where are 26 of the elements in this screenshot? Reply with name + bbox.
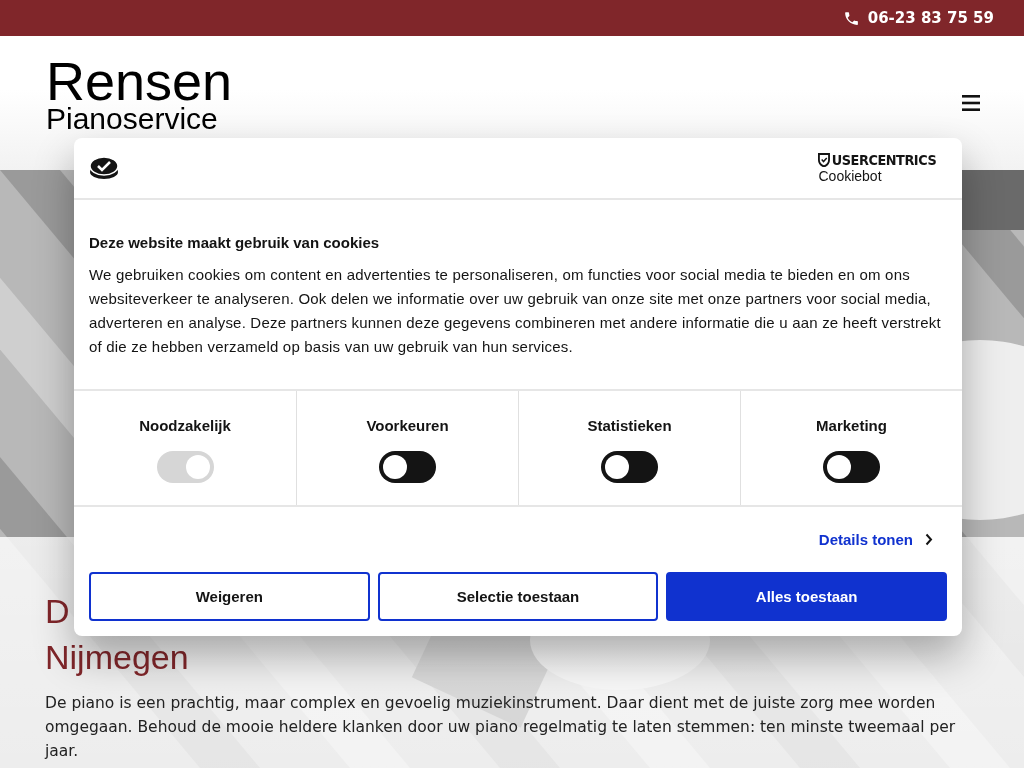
category-label: Marketing (816, 417, 887, 434)
shield-icon (818, 153, 831, 167)
brand-subtitle: Cookiebot (818, 168, 882, 184)
chevron-right-icon[interactable] (925, 533, 933, 546)
category-label: Noodzakelijk (139, 417, 231, 434)
phone-number[interactable]: 06-23 83 75 59 (842, 9, 994, 27)
logo-subtitle[interactable]: Pianoservice (46, 104, 233, 134)
consent-button[interactable]: Alles toestaan (666, 572, 947, 621)
brand-logo: USERCENTRICS (818, 152, 937, 168)
phone-icon (842, 9, 860, 27)
page-heading: D (45, 591, 70, 632)
consent-button[interactable]: Weigeren (89, 572, 370, 621)
logo-title[interactable]: Rensen (46, 58, 233, 104)
dialog-title: Deze website maakt gebruik van cookies (89, 234, 381, 251)
details-link[interactable]: Details tonen (818, 531, 913, 548)
menu-icon[interactable] (962, 95, 980, 111)
category-label: Statistieken (587, 417, 672, 434)
consent-toggle[interactable] (823, 451, 880, 483)
dialog-text: We gebruiken cookies om content en advertenties te personaliseren, om functies voor social media te bieden en om ons websiteverkeer te analyseren. Ook delen we informatie over uw gebruik van onze site met onze partners voor social media, adverteren en analyse. Deze partners kunnen deze gegevens combineren met andere informatie die u aan ze heeft verstrekt of die ze hebben verzameld op basis van uw gebruik van hun services. (89, 265, 942, 357)
page-heading: Nijmegen (45, 637, 189, 678)
cookie-check-icon (89, 156, 119, 180)
category-label: Voorkeuren (366, 417, 449, 434)
consent-toggle[interactable] (601, 451, 658, 483)
consent-button[interactable]: Selectie toestaan (377, 572, 659, 621)
intro-paragraph: De piano is een prachtig, maar complex en gevoelig muziekinstrument. Daar dient met de juiste zorg mee worden omgegaan. Behoud de mooie heldere klanken door uw piano regelmatig te laten stemmen: ten minste tweemaal per jaar. (45, 693, 957, 762)
consent-toggle[interactable] (379, 451, 436, 483)
